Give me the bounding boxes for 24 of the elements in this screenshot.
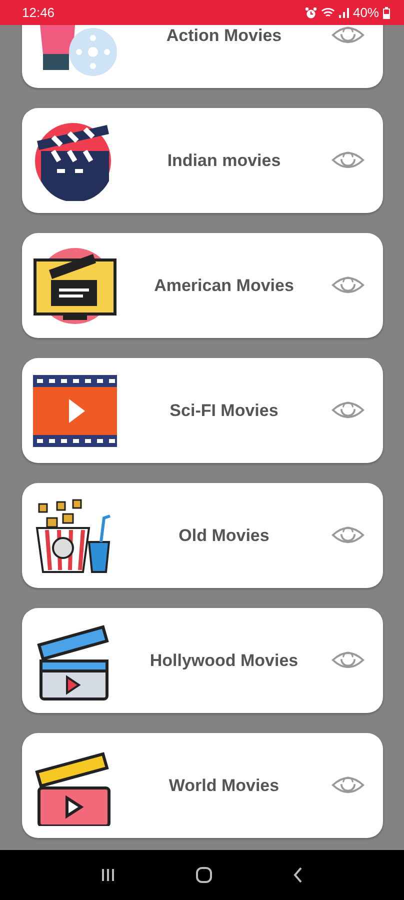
category-card[interactable]: Action Movies bbox=[22, 25, 383, 88]
back-icon[interactable] bbox=[292, 866, 304, 884]
category-card[interactable]: Indian movies bbox=[22, 108, 383, 213]
wifi-icon bbox=[320, 7, 335, 18]
category-card[interactable]: Hollywood Movies bbox=[22, 608, 383, 713]
category-title: American Movies bbox=[153, 276, 295, 296]
category-card[interactable]: American Movies bbox=[22, 233, 383, 338]
recent-apps-icon[interactable] bbox=[100, 867, 116, 883]
category-card[interactable]: Sci-FI Movies bbox=[22, 358, 383, 463]
home-icon[interactable] bbox=[194, 866, 213, 884]
battery-icon bbox=[383, 6, 390, 18]
category-title: Hollywood Movies bbox=[148, 650, 300, 670]
clock: 12:46 bbox=[22, 5, 55, 20]
category-title: Indian movies bbox=[166, 150, 282, 170]
category-card[interactable]: Old Movies bbox=[22, 483, 383, 588]
category-title: World Movies bbox=[168, 776, 280, 796]
category-card[interactable]: World Movies bbox=[22, 733, 383, 838]
battery-level: 40% bbox=[352, 5, 379, 20]
category-title: Old Movies bbox=[178, 526, 270, 546]
category-title: Action Movies bbox=[165, 26, 283, 46]
category-title: Sci-FI Movies bbox=[168, 400, 280, 420]
signal-icon bbox=[338, 7, 349, 18]
alarm-icon bbox=[304, 6, 317, 18]
clapperboard-screen-icon bbox=[33, 246, 117, 326]
